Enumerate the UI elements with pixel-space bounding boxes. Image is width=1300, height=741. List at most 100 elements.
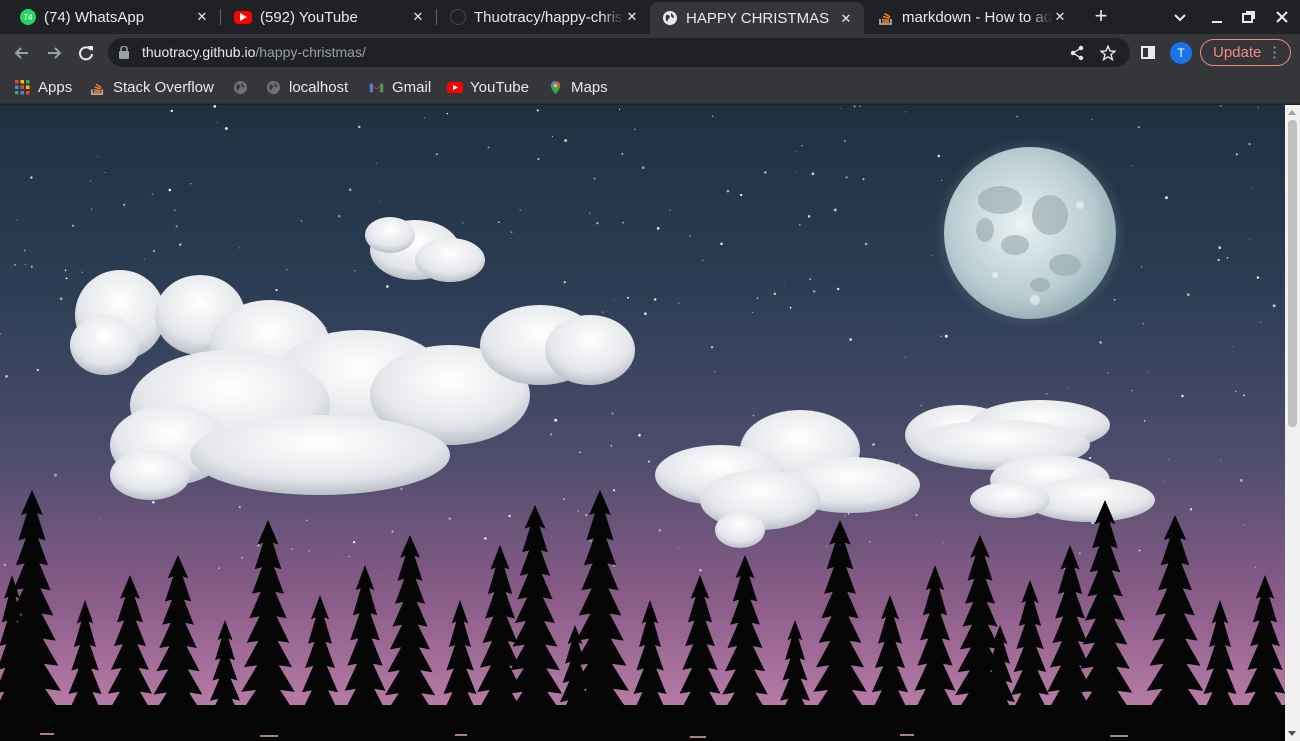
scroll-down-arrow-icon[interactable]	[1288, 731, 1296, 736]
star	[275, 288, 278, 292]
star	[689, 235, 691, 237]
star	[0, 333, 2, 335]
update-button[interactable]: Update ⋮	[1200, 39, 1291, 66]
star	[1067, 386, 1069, 388]
star	[30, 176, 33, 179]
star	[65, 277, 68, 280]
bookmark-label: Maps	[571, 78, 608, 96]
side-panel-icon[interactable]	[1141, 46, 1155, 59]
star	[1045, 392, 1048, 395]
star	[1256, 276, 1260, 279]
star	[484, 537, 487, 540]
close-icon[interactable]: ✕	[1052, 9, 1068, 25]
bookmark-gmail[interactable]: Gmail	[369, 77, 431, 97]
reload-button[interactable]	[75, 42, 97, 64]
close-window-button[interactable]	[1272, 7, 1292, 27]
star	[752, 414, 755, 417]
star	[1140, 266, 1143, 268]
more-menu-icon[interactable]: ⋮	[1267, 40, 1282, 65]
star	[869, 541, 871, 543]
star	[1242, 394, 1245, 397]
star	[1251, 187, 1253, 190]
address-bar[interactable]: thuotracy.github.io/happy-christmas/	[108, 38, 1130, 67]
back-button[interactable]	[11, 42, 33, 64]
restore-button[interactable]	[1239, 7, 1259, 27]
star	[152, 500, 155, 504]
star	[756, 297, 759, 299]
star	[218, 567, 220, 570]
star	[1142, 322, 1144, 325]
star	[795, 151, 797, 153]
star	[634, 128, 636, 131]
globe-icon	[233, 80, 248, 95]
star	[1220, 459, 1222, 461]
close-icon[interactable]: ✕	[624, 9, 640, 25]
star	[678, 302, 680, 304]
star	[641, 166, 645, 170]
star	[789, 306, 792, 309]
star	[72, 224, 74, 227]
star	[1232, 346, 1234, 348]
star	[629, 368, 631, 370]
apps-grid-icon	[15, 79, 30, 95]
star	[1016, 115, 1019, 118]
cloud-right	[655, 400, 1155, 548]
star	[1113, 298, 1116, 301]
star	[942, 542, 944, 544]
bookmark-globe[interactable]	[233, 77, 256, 97]
bookmark-localhost[interactable]: localhost	[266, 77, 348, 97]
tab-youtube[interactable]: (592) YouTube ✕	[214, 0, 436, 34]
scroll-up-arrow-icon[interactable]	[1288, 110, 1296, 115]
bookmark-star-icon[interactable]	[1099, 44, 1117, 62]
star	[669, 209, 671, 211]
star	[353, 541, 356, 544]
pine-forest	[0, 490, 1285, 741]
star	[1148, 371, 1150, 373]
night-scene-illustration	[0, 105, 1285, 741]
star	[1218, 246, 1222, 250]
star	[342, 554, 344, 555]
new-tab-button[interactable]: +	[1090, 5, 1112, 28]
bookmark-maps[interactable]: Maps	[548, 77, 608, 97]
star	[1243, 524, 1245, 526]
star	[941, 179, 943, 181]
star	[170, 109, 174, 113]
star	[1167, 458, 1169, 460]
star	[81, 271, 84, 273]
star	[800, 144, 803, 147]
bookmark-youtube[interactable]: YouTube	[447, 77, 529, 97]
star	[1189, 508, 1193, 511]
star	[1164, 480, 1166, 482]
star	[627, 296, 630, 299]
star	[1078, 552, 1081, 555]
share-icon[interactable]	[1069, 45, 1085, 61]
star	[931, 254, 932, 256]
update-label: Update	[1213, 44, 1262, 61]
tab-search-chevron-icon[interactable]	[1170, 7, 1190, 27]
star	[338, 214, 341, 218]
star	[13, 263, 17, 267]
profile-avatar[interactable]: T	[1170, 42, 1192, 64]
close-icon[interactable]: ✕	[194, 9, 210, 25]
bookmark-apps[interactable]: Apps	[15, 77, 72, 97]
tab-whatsapp[interactable]: 74 (74) WhatsApp ✕	[0, 0, 220, 34]
star	[564, 139, 568, 142]
youtube-icon	[447, 80, 463, 95]
star	[400, 488, 403, 490]
star	[358, 125, 361, 129]
close-icon[interactable]: ✕	[410, 9, 426, 25]
tab-happy-christmas[interactable]: HAPPY CHRISTMAS ✕	[650, 2, 864, 34]
scrollbar-thumb[interactable]	[1288, 120, 1297, 427]
close-icon[interactable]: ✕	[838, 11, 854, 27]
star	[424, 117, 426, 119]
forward-button[interactable]	[43, 42, 65, 64]
page-scrollbar[interactable]	[1285, 105, 1300, 741]
minimize-button[interactable]	[1207, 7, 1227, 27]
star	[3, 563, 6, 566]
lock-icon[interactable]	[119, 45, 129, 59]
tab-markdown[interactable]: markdown - How to add ✕	[864, 0, 1078, 34]
bookmark-label: YouTube	[470, 78, 529, 96]
tab-github[interactable]: Thuotracy/happy-christmas ✕	[430, 0, 650, 34]
bookmark-stack-overflow[interactable]: Stack Overflow	[90, 77, 214, 97]
star	[826, 545, 828, 547]
